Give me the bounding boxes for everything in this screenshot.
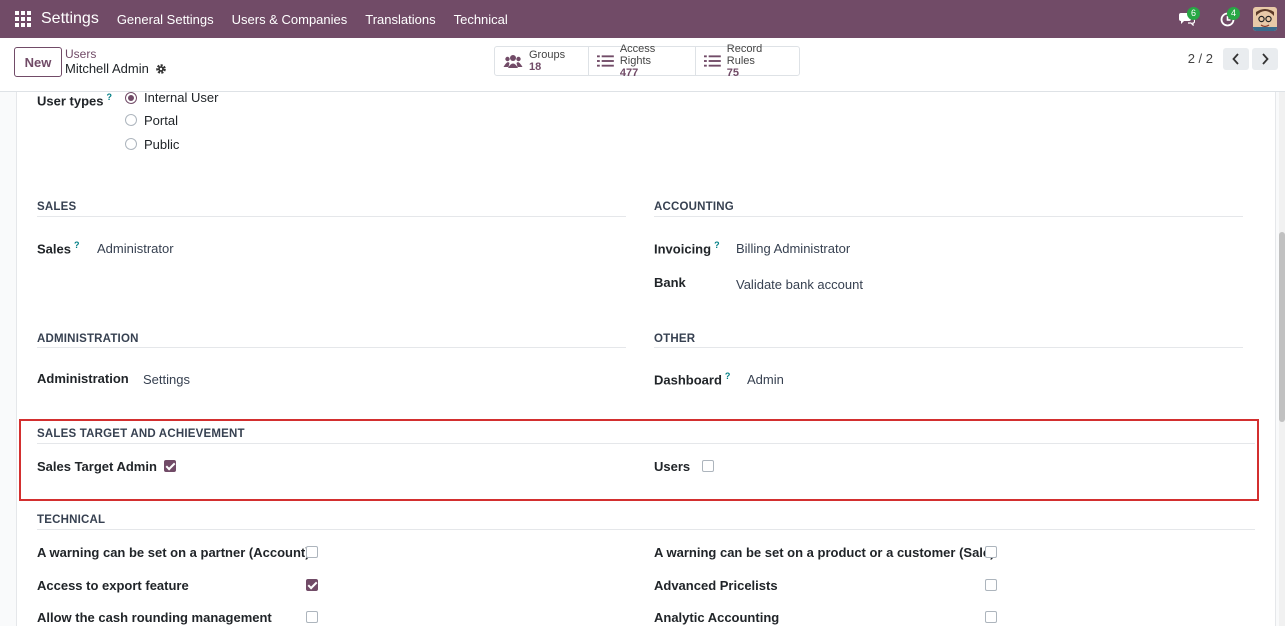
technical-left-checkbox-2[interactable] bbox=[306, 611, 318, 623]
technical-right-checkbox-2[interactable] bbox=[985, 611, 997, 623]
menu-general-settings[interactable]: General Settings bbox=[117, 12, 214, 27]
sales-target-users-checkbox[interactable] bbox=[702, 460, 714, 472]
technical-left-label-1: Access to export feature bbox=[37, 578, 189, 593]
record-title: Mitchell Admin bbox=[65, 61, 167, 76]
breadcrumb-users[interactable]: Users bbox=[65, 47, 96, 61]
technical-left-checkbox-1[interactable] bbox=[306, 579, 318, 591]
apps-menu-icon[interactable] bbox=[15, 11, 31, 27]
sales-field-label: Sales? bbox=[37, 240, 79, 256]
section-separator bbox=[37, 216, 626, 217]
record-rules-stat-button[interactable]: Record Rules 75 bbox=[696, 43, 799, 79]
pager-previous-button[interactable] bbox=[1223, 48, 1249, 70]
list-icon bbox=[704, 55, 721, 67]
record-rules-stat-label: Record Rules bbox=[726, 43, 763, 67]
section-title-administration: ADMINISTRATION bbox=[37, 333, 139, 345]
access-rights-stat-label: Access Rights bbox=[619, 43, 656, 67]
sales-target-users-label: Users bbox=[654, 459, 691, 474]
section-separator bbox=[37, 347, 626, 348]
chevron-left-icon bbox=[1232, 53, 1239, 65]
gear-icon[interactable] bbox=[155, 63, 167, 75]
activities-button[interactable]: 4 bbox=[1213, 7, 1241, 31]
radio-internal-user[interactable] bbox=[125, 92, 137, 104]
section-separator bbox=[37, 529, 1255, 530]
list-icon bbox=[597, 55, 614, 67]
help-tooltip-icon[interactable]: ? bbox=[714, 240, 720, 250]
radio-public[interactable] bbox=[125, 138, 137, 150]
technical-left-label-0: A warning can be set on a partner (Accou… bbox=[37, 545, 310, 560]
section-separator bbox=[37, 443, 1255, 444]
groups-stat-value: 18 bbox=[529, 61, 542, 73]
section-separator bbox=[654, 216, 1243, 217]
radio-label-public[interactable]: Public bbox=[144, 137, 179, 152]
access-rights-stat-button[interactable]: Access Rights 477 bbox=[589, 43, 696, 79]
form-view: User types? Internal User Portal Public … bbox=[0, 90, 1285, 626]
app-brand[interactable]: Settings bbox=[41, 10, 99, 28]
pager-value[interactable]: 2 / 2 bbox=[1188, 51, 1213, 66]
new-button[interactable]: New bbox=[14, 47, 62, 77]
record-title-text: Mitchell Admin bbox=[65, 61, 149, 76]
help-tooltip-icon[interactable]: ? bbox=[106, 92, 112, 102]
messages-button[interactable]: 6 bbox=[1173, 7, 1201, 31]
bank-field-label: Bank bbox=[654, 275, 686, 290]
menu-users-companies[interactable]: Users & Companies bbox=[232, 12, 348, 27]
help-tooltip-icon[interactable]: ? bbox=[725, 371, 731, 381]
dashboard-field-value[interactable]: Admin bbox=[747, 372, 784, 387]
help-tooltip-icon[interactable]: ? bbox=[74, 240, 80, 250]
section-title-sales-target: SALES TARGET AND ACHIEVEMENT bbox=[37, 428, 245, 440]
radio-portal[interactable] bbox=[125, 114, 137, 126]
technical-left-checkbox-0[interactable] bbox=[306, 546, 318, 558]
activities-badge: 4 bbox=[1227, 7, 1241, 20]
messages-badge: 6 bbox=[1187, 7, 1201, 20]
invoicing-field-label: Invoicing? bbox=[654, 240, 720, 256]
user-avatar[interactable] bbox=[1253, 7, 1277, 31]
record-rules-stat-value: 75 bbox=[726, 67, 740, 79]
technical-left-label-2: Allow the cash rounding management bbox=[37, 610, 272, 625]
section-title-sales: SALES bbox=[37, 201, 77, 213]
section-title-technical: TECHNICAL bbox=[37, 514, 106, 526]
invoicing-field-label-text: Invoicing bbox=[654, 241, 712, 257]
technical-right-checkbox-0[interactable] bbox=[985, 546, 997, 558]
scrollbar-thumb[interactable] bbox=[1279, 232, 1285, 422]
groups-stat-label: Groups bbox=[529, 49, 566, 61]
technical-right-label-1: Advanced Pricelists bbox=[654, 578, 778, 593]
control-panel: New Users Mitchell Admin Groups 18 Acces… bbox=[0, 38, 1285, 92]
section-separator bbox=[654, 347, 1243, 348]
dashboard-field-label: Dashboard? bbox=[654, 371, 730, 387]
menu-technical[interactable]: Technical bbox=[454, 12, 508, 27]
technical-right-label-2: Analytic Accounting bbox=[654, 610, 780, 625]
radio-label-portal[interactable]: Portal bbox=[144, 113, 178, 128]
sales-field-value[interactable]: Administrator bbox=[97, 241, 174, 256]
invoicing-field-value[interactable]: Billing Administrator bbox=[736, 241, 850, 256]
groups-stat-button[interactable]: Groups 18 bbox=[495, 47, 589, 75]
access-rights-stat-value: 477 bbox=[619, 67, 639, 79]
dashboard-field-label-text: Dashboard bbox=[654, 372, 722, 388]
user-types-label-text: User types bbox=[37, 93, 104, 109]
pager-next-button[interactable] bbox=[1252, 48, 1278, 70]
technical-right-checkbox-1[interactable] bbox=[985, 579, 997, 591]
vertical-scrollbar[interactable] bbox=[1279, 92, 1285, 626]
administration-field-value[interactable]: Settings bbox=[143, 372, 190, 387]
sales-target-admin-label: Sales Target Admin bbox=[37, 459, 157, 474]
bank-field-value[interactable]: Validate bank account bbox=[736, 277, 863, 292]
menu-translations[interactable]: Translations bbox=[365, 12, 435, 27]
stat-buttons: Groups 18 Access Rights 477 Record Rules… bbox=[494, 43, 800, 79]
radio-label-internal-user[interactable]: Internal User bbox=[144, 90, 218, 105]
administration-field-label: Administration bbox=[37, 371, 129, 386]
chevron-right-icon bbox=[1262, 53, 1269, 65]
section-title-accounting: ACCOUNTING bbox=[654, 201, 734, 213]
top-navbar: Settings General Settings Users & Compan… bbox=[0, 0, 1285, 38]
sales-field-label-text: Sales bbox=[37, 241, 71, 257]
sales-target-admin-checkbox[interactable] bbox=[164, 460, 176, 472]
users-group-icon bbox=[503, 55, 523, 68]
section-title-other: OTHER bbox=[654, 333, 696, 345]
technical-right-label-0: A warning can be set on a product or a c… bbox=[654, 545, 995, 560]
user-types-label: User types? bbox=[37, 92, 112, 108]
